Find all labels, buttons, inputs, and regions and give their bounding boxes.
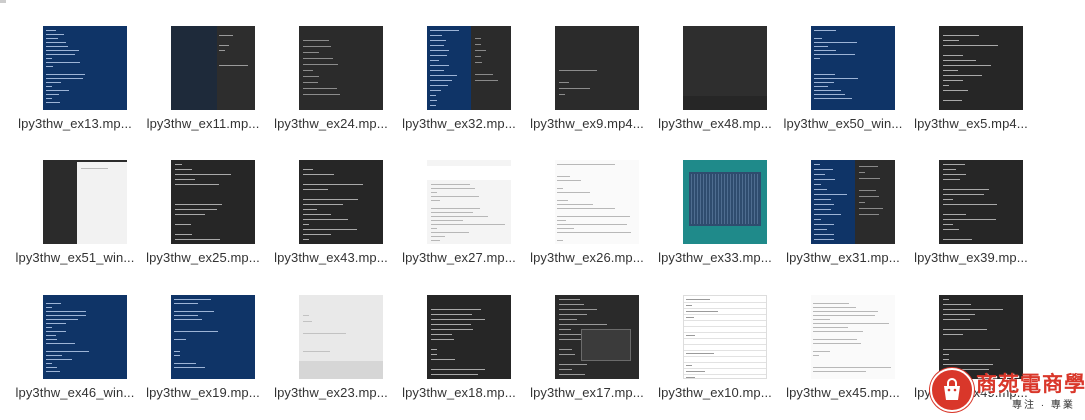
file-item[interactable]: lpy3thw_ex17.mp... [523,295,651,420]
file-name-label: lpy3thw_ex25.mp... [146,250,260,265]
video-thumbnail[interactable] [811,160,895,244]
logo-slogan: 專注 · 專業 [1012,400,1075,411]
file-item[interactable]: lpy3thw_ex51_win... [11,160,139,285]
file-name-label: lpy3thw_ex19.mp... [146,385,260,400]
file-item[interactable]: lpy3thw_ex11.mp... [139,26,267,151]
video-thumbnail[interactable] [299,160,383,244]
video-thumbnail[interactable] [939,26,1023,110]
video-thumbnail[interactable] [43,295,127,379]
file-item[interactable]: lpy3thw_ex9.mp4... [523,26,651,151]
file-name-label: lpy3thw_ex23.mp... [274,385,388,400]
file-name-label: lpy3thw_ex39.mp... [914,250,1028,265]
video-thumbnail[interactable] [299,26,383,110]
file-name-label: lpy3thw_ex13.mp... [18,116,132,131]
file-item[interactable]: lpy3thw_ex27.mp... [395,160,523,285]
logo-emblem [930,368,974,412]
file-item[interactable]: lpy3thw_ex10.mp... [651,295,779,420]
file-name-label: lpy3thw_ex5.mp4... [914,116,1028,131]
file-item[interactable]: lpy3thw_ex23.mp... [267,295,395,420]
file-name-label: lpy3thw_ex9.mp4... [530,116,644,131]
video-thumbnail[interactable] [683,160,767,244]
video-thumbnail[interactable] [171,26,255,110]
file-name-label: lpy3thw_ex18.mp... [402,385,516,400]
video-thumbnail[interactable] [555,26,639,110]
logo-brand-text: 商苑電商學院 [976,371,1085,396]
file-item[interactable]: lpy3thw_ex50_win... [779,26,907,151]
file-name-label: lpy3thw_ex31.mp... [786,250,900,265]
file-grid: lpy3thw_ex13.mp... lpy3thw_ex11.mp... lpy3… [0,0,1085,413]
video-thumbnail[interactable] [299,295,383,379]
file-name-label: lpy3thw_ex46_win... [15,385,135,400]
file-item[interactable]: lpy3thw_ex19.mp... [139,295,267,420]
file-item[interactable]: lpy3thw_ex48.mp... [651,26,779,151]
file-item[interactable]: lpy3thw_ex31.mp... [779,160,907,285]
file-item[interactable]: lpy3thw_ex13.mp... [11,26,139,151]
file-name-label: lpy3thw_ex11.mp... [146,116,260,131]
file-name-label: lpy3thw_ex51_win... [15,250,135,265]
video-thumbnail[interactable] [555,160,639,244]
file-name-label: lpy3thw_ex26.mp... [530,250,644,265]
file-item[interactable]: lpy3thw_ex43.mp... [267,160,395,285]
video-thumbnail[interactable] [171,160,255,244]
file-name-label: lpy3thw_ex27.mp... [402,250,516,265]
file-item[interactable]: lpy3thw_ex39.mp... [907,160,1035,285]
video-thumbnail[interactable] [811,26,895,110]
file-item[interactable]: lpy3thw_ex45.mp... [779,295,907,420]
video-thumbnail[interactable] [171,295,255,379]
video-thumbnail[interactable] [427,295,511,379]
file-name-label: lpy3thw_ex10.mp... [658,385,772,400]
video-thumbnail[interactable] [939,160,1023,244]
file-item[interactable]: lpy3thw_ex32.mp... [395,26,523,151]
video-thumbnail[interactable] [43,26,127,110]
file-item[interactable]: lpy3thw_ex5.mp4... [907,26,1035,151]
video-thumbnail[interactable] [427,26,511,110]
video-thumbnail[interactable] [811,295,895,379]
file-item[interactable]: lpy3thw_ex26.mp... [523,160,651,285]
watermark-logo: 商苑電商學院 專注 · 專業 [928,364,1085,413]
file-name-label: lpy3thw_ex48.mp... [658,116,772,131]
file-name-label: lpy3thw_ex32.mp... [402,116,516,131]
video-thumbnail[interactable] [427,160,511,244]
video-thumbnail[interactable] [683,295,767,379]
scrolled-item-edge [0,0,6,3]
file-item[interactable]: lpy3thw_ex18.mp... [395,295,523,420]
file-item[interactable]: lpy3thw_ex24.mp... [267,26,395,151]
file-name-label: lpy3thw_ex45.mp... [786,385,900,400]
file-name-label: lpy3thw_ex50_win... [783,116,903,131]
video-thumbnail[interactable] [683,26,767,110]
file-item[interactable]: lpy3thw_ex25.mp... [139,160,267,285]
file-name-label: lpy3thw_ex33.mp... [658,250,772,265]
shopping-bag-icon [944,378,960,400]
video-thumbnail[interactable] [555,295,639,379]
video-thumbnail[interactable] [43,160,127,244]
file-name-label: lpy3thw_ex17.mp... [530,385,644,400]
file-name-label: lpy3thw_ex24.mp... [274,116,388,131]
file-name-label: lpy3thw_ex43.mp... [274,250,388,265]
file-item[interactable]: lpy3thw_ex33.mp... [651,160,779,285]
file-item[interactable]: lpy3thw_ex46_win... [11,295,139,420]
